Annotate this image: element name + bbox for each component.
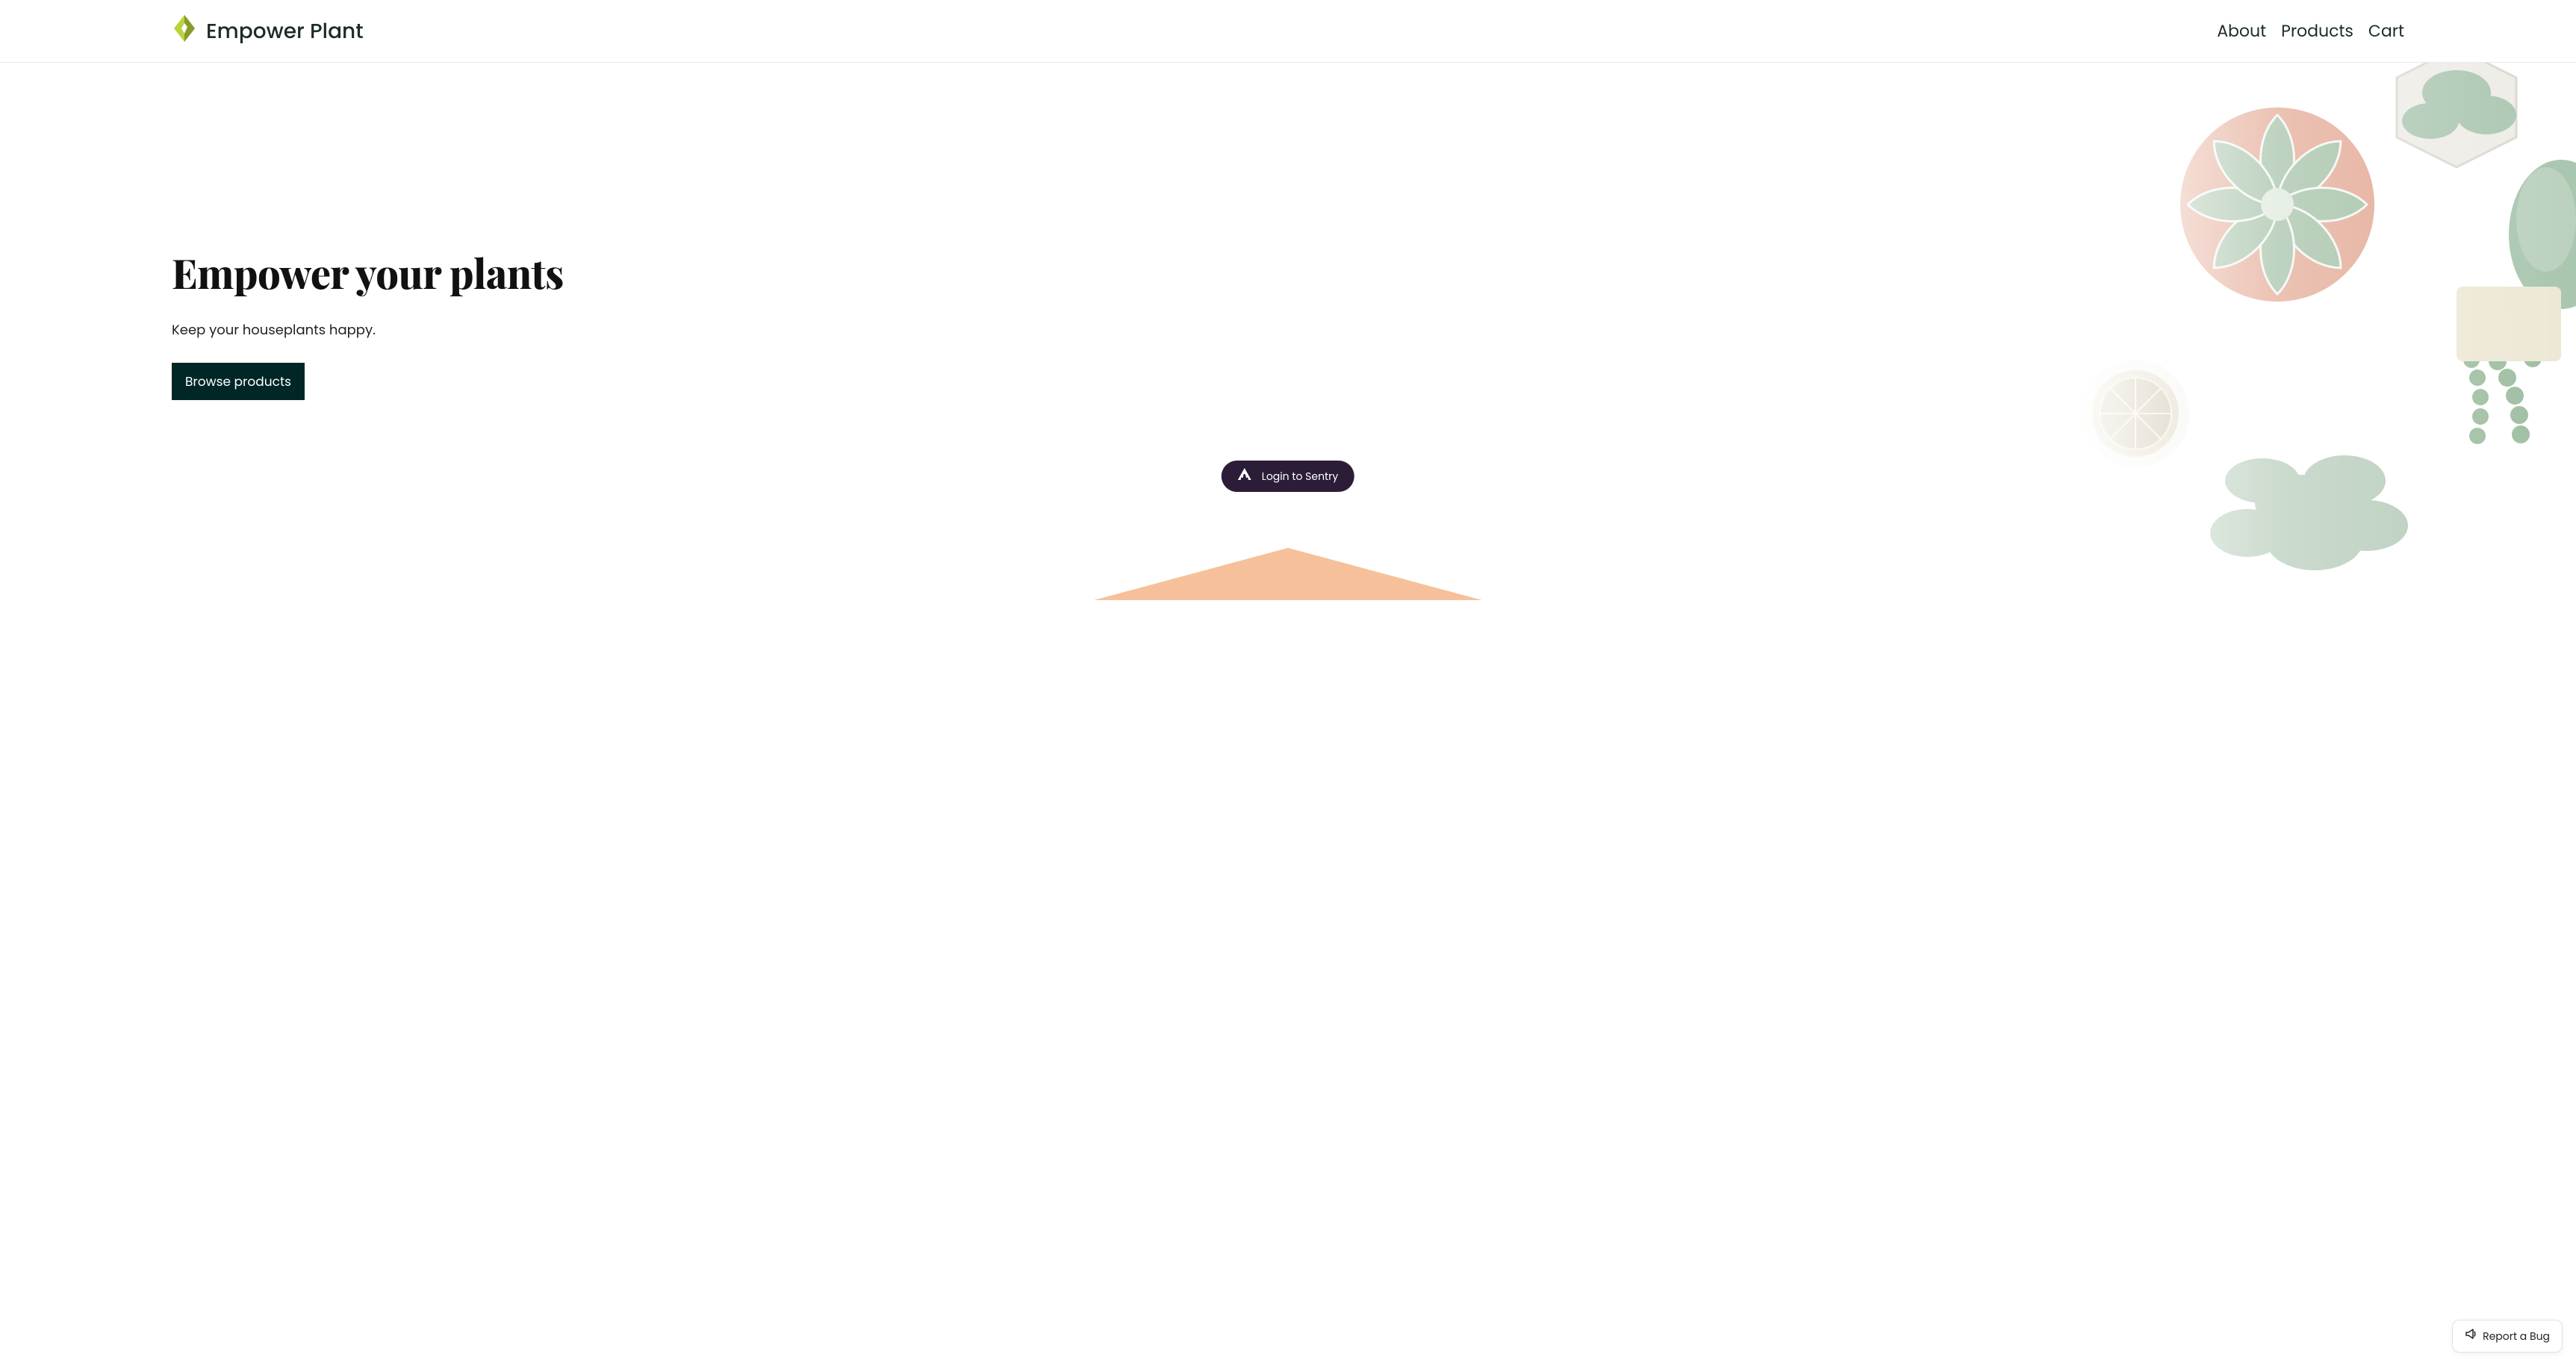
report-bug-label: Report a Bug — [2483, 1329, 2550, 1344]
nav-link-cart[interactable]: Cart — [2368, 19, 2404, 43]
hero-content: Empower your plants Keep your houseplant… — [172, 246, 564, 400]
browse-products-button[interactable]: Browse products — [172, 363, 305, 400]
hero-plants-illustration — [2068, 63, 2576, 600]
hero-section: Empower your plants Keep your houseplant… — [0, 63, 2576, 600]
brand-logo-icon — [172, 13, 197, 49]
site-header: Empower Plant About Products Cart — [0, 0, 2576, 63]
nav-link-about[interactable]: About — [2217, 19, 2266, 43]
hero-subtitle: Keep your houseplants happy. — [172, 320, 564, 340]
brand[interactable]: Empower Plant — [172, 13, 364, 49]
brand-name: Empower Plant — [206, 16, 364, 47]
sentry-login-label: Login to Sentry — [1262, 469, 1338, 484]
login-to-sentry-button[interactable]: Login to Sentry — [1222, 461, 1354, 492]
megaphone-icon — [2465, 1328, 2477, 1344]
report-bug-button[interactable]: Report a Bug — [2452, 1320, 2563, 1353]
nav-link-products[interactable]: Products — [2281, 19, 2353, 43]
primary-nav: About Products Cart — [2217, 19, 2404, 43]
sentry-logo-icon — [1238, 468, 1251, 484]
hero-title: Empower your plants — [172, 246, 564, 299]
section-divider-triangle — [1094, 548, 1482, 600]
